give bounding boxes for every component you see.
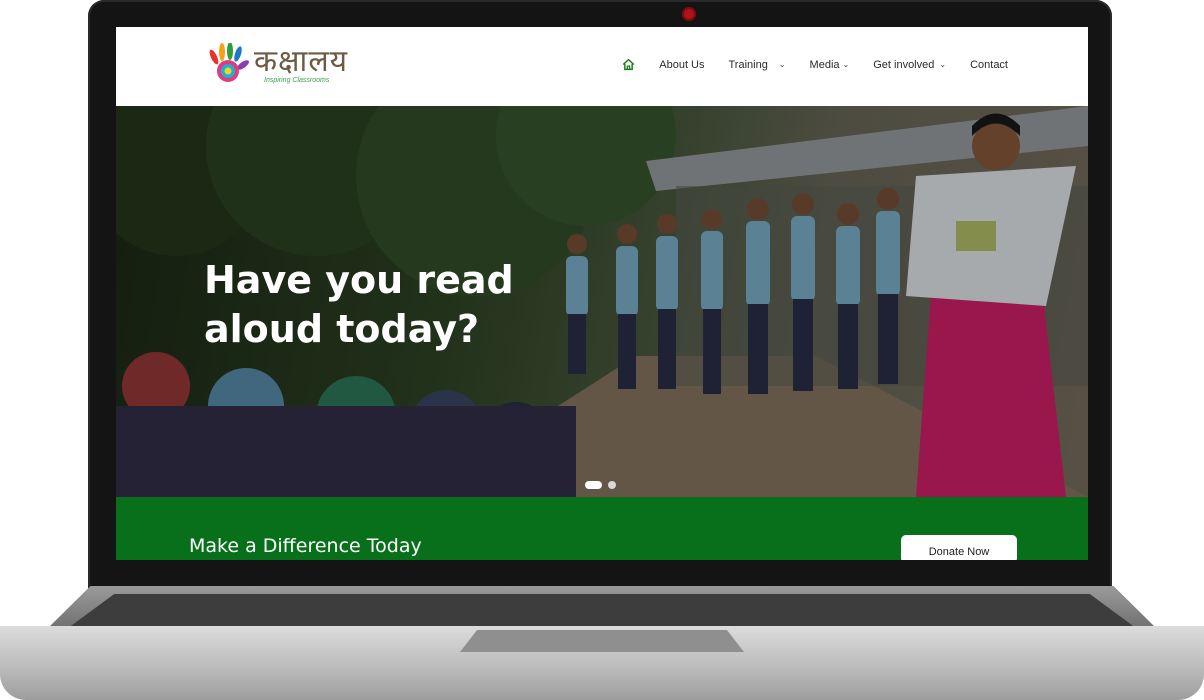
nav-about-us-label: About Us <box>659 58 705 71</box>
nav-get-involved[interactable]: Get involved ⌄ <box>873 59 946 71</box>
site-logo[interactable]: कक्षालय Inspiring Classrooms <box>208 41 358 91</box>
nav-about-us[interactable]: About Us <box>659 59 704 71</box>
nav-training-label: Training <box>728 58 768 71</box>
nav-contact-label: Contact <box>970 58 1008 71</box>
nav-media-label: Media <box>809 58 840 71</box>
main-nav: About Us Training ⌄ Media ⌄ Get involved… <box>598 58 1008 71</box>
nav-get-involved-label: Get involved <box>873 58 935 71</box>
hero-heading: Have you read aloud today? <box>204 256 564 354</box>
browser-viewport: कक्षालय Inspiring Classrooms About Us Tr… <box>116 27 1088 560</box>
slide-dot-1[interactable] <box>585 481 602 489</box>
site-header: कक्षालय Inspiring Classrooms About Us Tr… <box>116 27 1088 106</box>
slide-dot-2[interactable] <box>608 481 616 489</box>
hero-slider[interactable]: Have you read aloud today? <box>116 106 1088 497</box>
donate-now-button[interactable]: Donate Now <box>901 535 1017 560</box>
logo-wordmark: कक्षालय <box>254 44 349 79</box>
chevron-down-icon: ⌄ <box>939 60 947 69</box>
hero-heading-line-2: aloud today? <box>204 307 480 351</box>
nav-home[interactable] <box>622 58 635 71</box>
nav-media[interactable]: Media ⌄ <box>810 59 850 71</box>
home-icon <box>622 58 635 71</box>
hand-logo-icon <box>209 43 249 82</box>
chevron-down-icon: ⌄ <box>778 60 786 69</box>
cta-band: Make a Difference Today Donate Now <box>116 497 1088 560</box>
laptop-trackpad <box>460 630 744 652</box>
cta-heading: Make a Difference Today <box>189 535 422 557</box>
laptop-frame: कक्षालय Inspiring Classrooms About Us Tr… <box>0 0 1204 700</box>
nav-contact[interactable]: Contact <box>970 59 1008 71</box>
slider-pagination <box>585 481 616 489</box>
hero-heading-line-1: Have you read <box>204 258 514 302</box>
laptop-keyboard <box>70 594 1134 626</box>
camera-icon <box>682 7 696 21</box>
logo-tagline: Inspiring Classrooms <box>264 77 330 84</box>
chevron-down-icon: ⌄ <box>842 60 850 69</box>
nav-training[interactable]: Training ⌄ <box>729 59 786 71</box>
